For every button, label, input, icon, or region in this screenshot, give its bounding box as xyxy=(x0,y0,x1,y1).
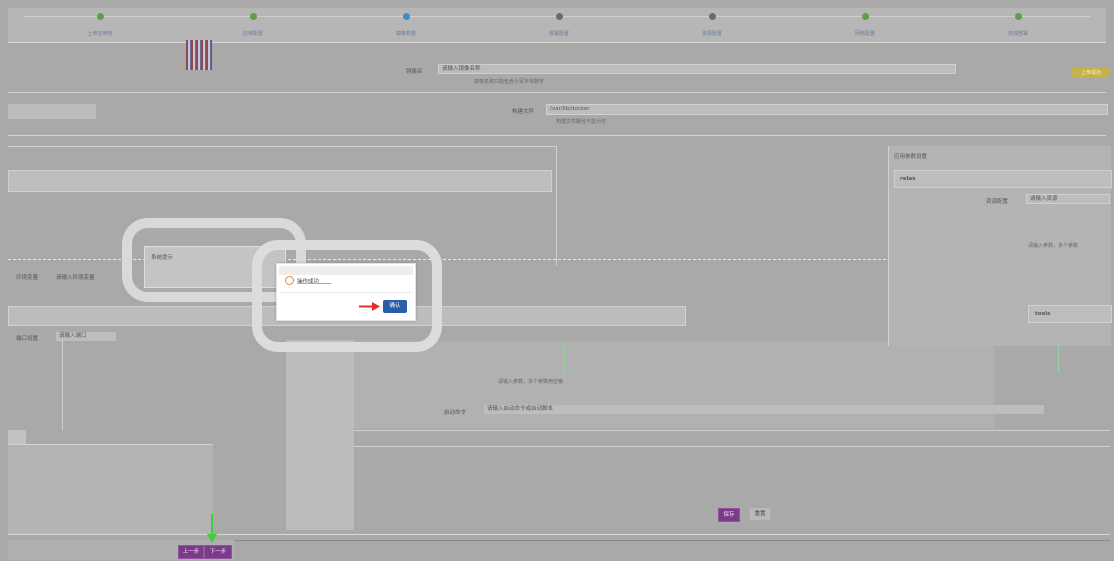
step-label[interactable]: 完成部署 xyxy=(973,30,1063,37)
divider xyxy=(8,92,1106,93)
resource-input[interactable]: 请输入资源 xyxy=(1026,194,1110,204)
ok-button[interactable]: 确认 xyxy=(383,300,407,313)
right-arrow-icon xyxy=(359,302,380,311)
step-label[interactable]: 镜像构建 xyxy=(361,30,451,37)
dockerfile-hint: 构建文件路径不能为空 xyxy=(556,119,607,125)
divider xyxy=(281,292,411,293)
next-step-button[interactable]: 下一步 xyxy=(204,545,232,559)
step-dot xyxy=(250,13,257,20)
resource-hint: 请输入参数，多个参数 xyxy=(1028,243,1079,249)
group-title: relax xyxy=(900,176,916,182)
step-label[interactable]: 上传应用包 xyxy=(55,30,145,37)
divider xyxy=(8,146,556,147)
status-badge: 上传成功 xyxy=(1072,68,1110,78)
port-label: 端口设置 xyxy=(16,336,39,342)
step-dot xyxy=(403,13,410,20)
group-header-tools[interactable]: tools xyxy=(1028,305,1112,323)
down-arrow-icon xyxy=(207,514,217,543)
confirm-dialog: 操作成功 确认 xyxy=(276,263,416,321)
step-label[interactable]: 应用配置 xyxy=(208,30,298,37)
save-button[interactable]: 保存 xyxy=(718,508,740,522)
prev-step-button[interactable]: 上一步 xyxy=(178,545,204,559)
image-name-hint: 镜像名称只能包含小写字母数字 xyxy=(474,79,545,85)
env-value: 请输入环境变量 xyxy=(56,275,95,281)
group-header-relax[interactable]: relax xyxy=(894,170,1112,188)
info-icon xyxy=(285,276,294,285)
env-label: 环境变量 xyxy=(16,275,39,281)
resource-label: 资源配置 xyxy=(986,199,1009,205)
footer-line xyxy=(234,540,1110,541)
startup-label: 启动命令 xyxy=(444,410,467,416)
step-label[interactable]: 部署配置 xyxy=(514,30,604,37)
dialog-header xyxy=(279,266,413,275)
step-dot xyxy=(862,13,869,20)
startup-input[interactable]: 请输入启动命令或启动脚本 xyxy=(484,405,1044,414)
divider xyxy=(8,135,1106,136)
right-panel-title: 应用参数设置 xyxy=(894,154,928,160)
arg-hint: 请输入参数，多个参数用空格 xyxy=(498,379,564,385)
cursor-marker xyxy=(1058,343,1059,373)
divider xyxy=(8,534,1110,535)
thumbnail-strip xyxy=(186,40,212,70)
step-dot xyxy=(97,13,104,20)
divider xyxy=(354,430,1110,431)
divider xyxy=(62,340,63,430)
step-label[interactable]: 网络配置 xyxy=(820,30,910,37)
lower-left-block xyxy=(8,444,213,535)
divider xyxy=(556,146,557,266)
divider xyxy=(354,446,1110,447)
port-input[interactable]: 请输入端口 xyxy=(56,332,116,341)
step-dot xyxy=(556,13,563,20)
lower-left-tab xyxy=(8,430,26,444)
group-title: tools xyxy=(1035,311,1051,317)
left-block xyxy=(8,104,96,119)
step-dot xyxy=(1015,13,1022,20)
dockerfile-input[interactable]: /var/lib/docker xyxy=(546,104,1108,115)
step-label[interactable]: 资源配置 xyxy=(667,30,757,37)
divider xyxy=(297,283,331,284)
cursor-marker xyxy=(564,343,565,373)
dockerfile-label: 构建文件 xyxy=(512,109,535,115)
image-name-label: 镜像名 xyxy=(406,69,423,75)
step-dot xyxy=(709,13,716,20)
section-header xyxy=(8,170,552,192)
image-name-input[interactable]: 请输入镜像名称 xyxy=(438,64,956,74)
center-column xyxy=(286,340,354,530)
reset-button[interactable]: 重置 xyxy=(750,508,770,520)
ghost-title: 系统提示 xyxy=(151,255,174,261)
